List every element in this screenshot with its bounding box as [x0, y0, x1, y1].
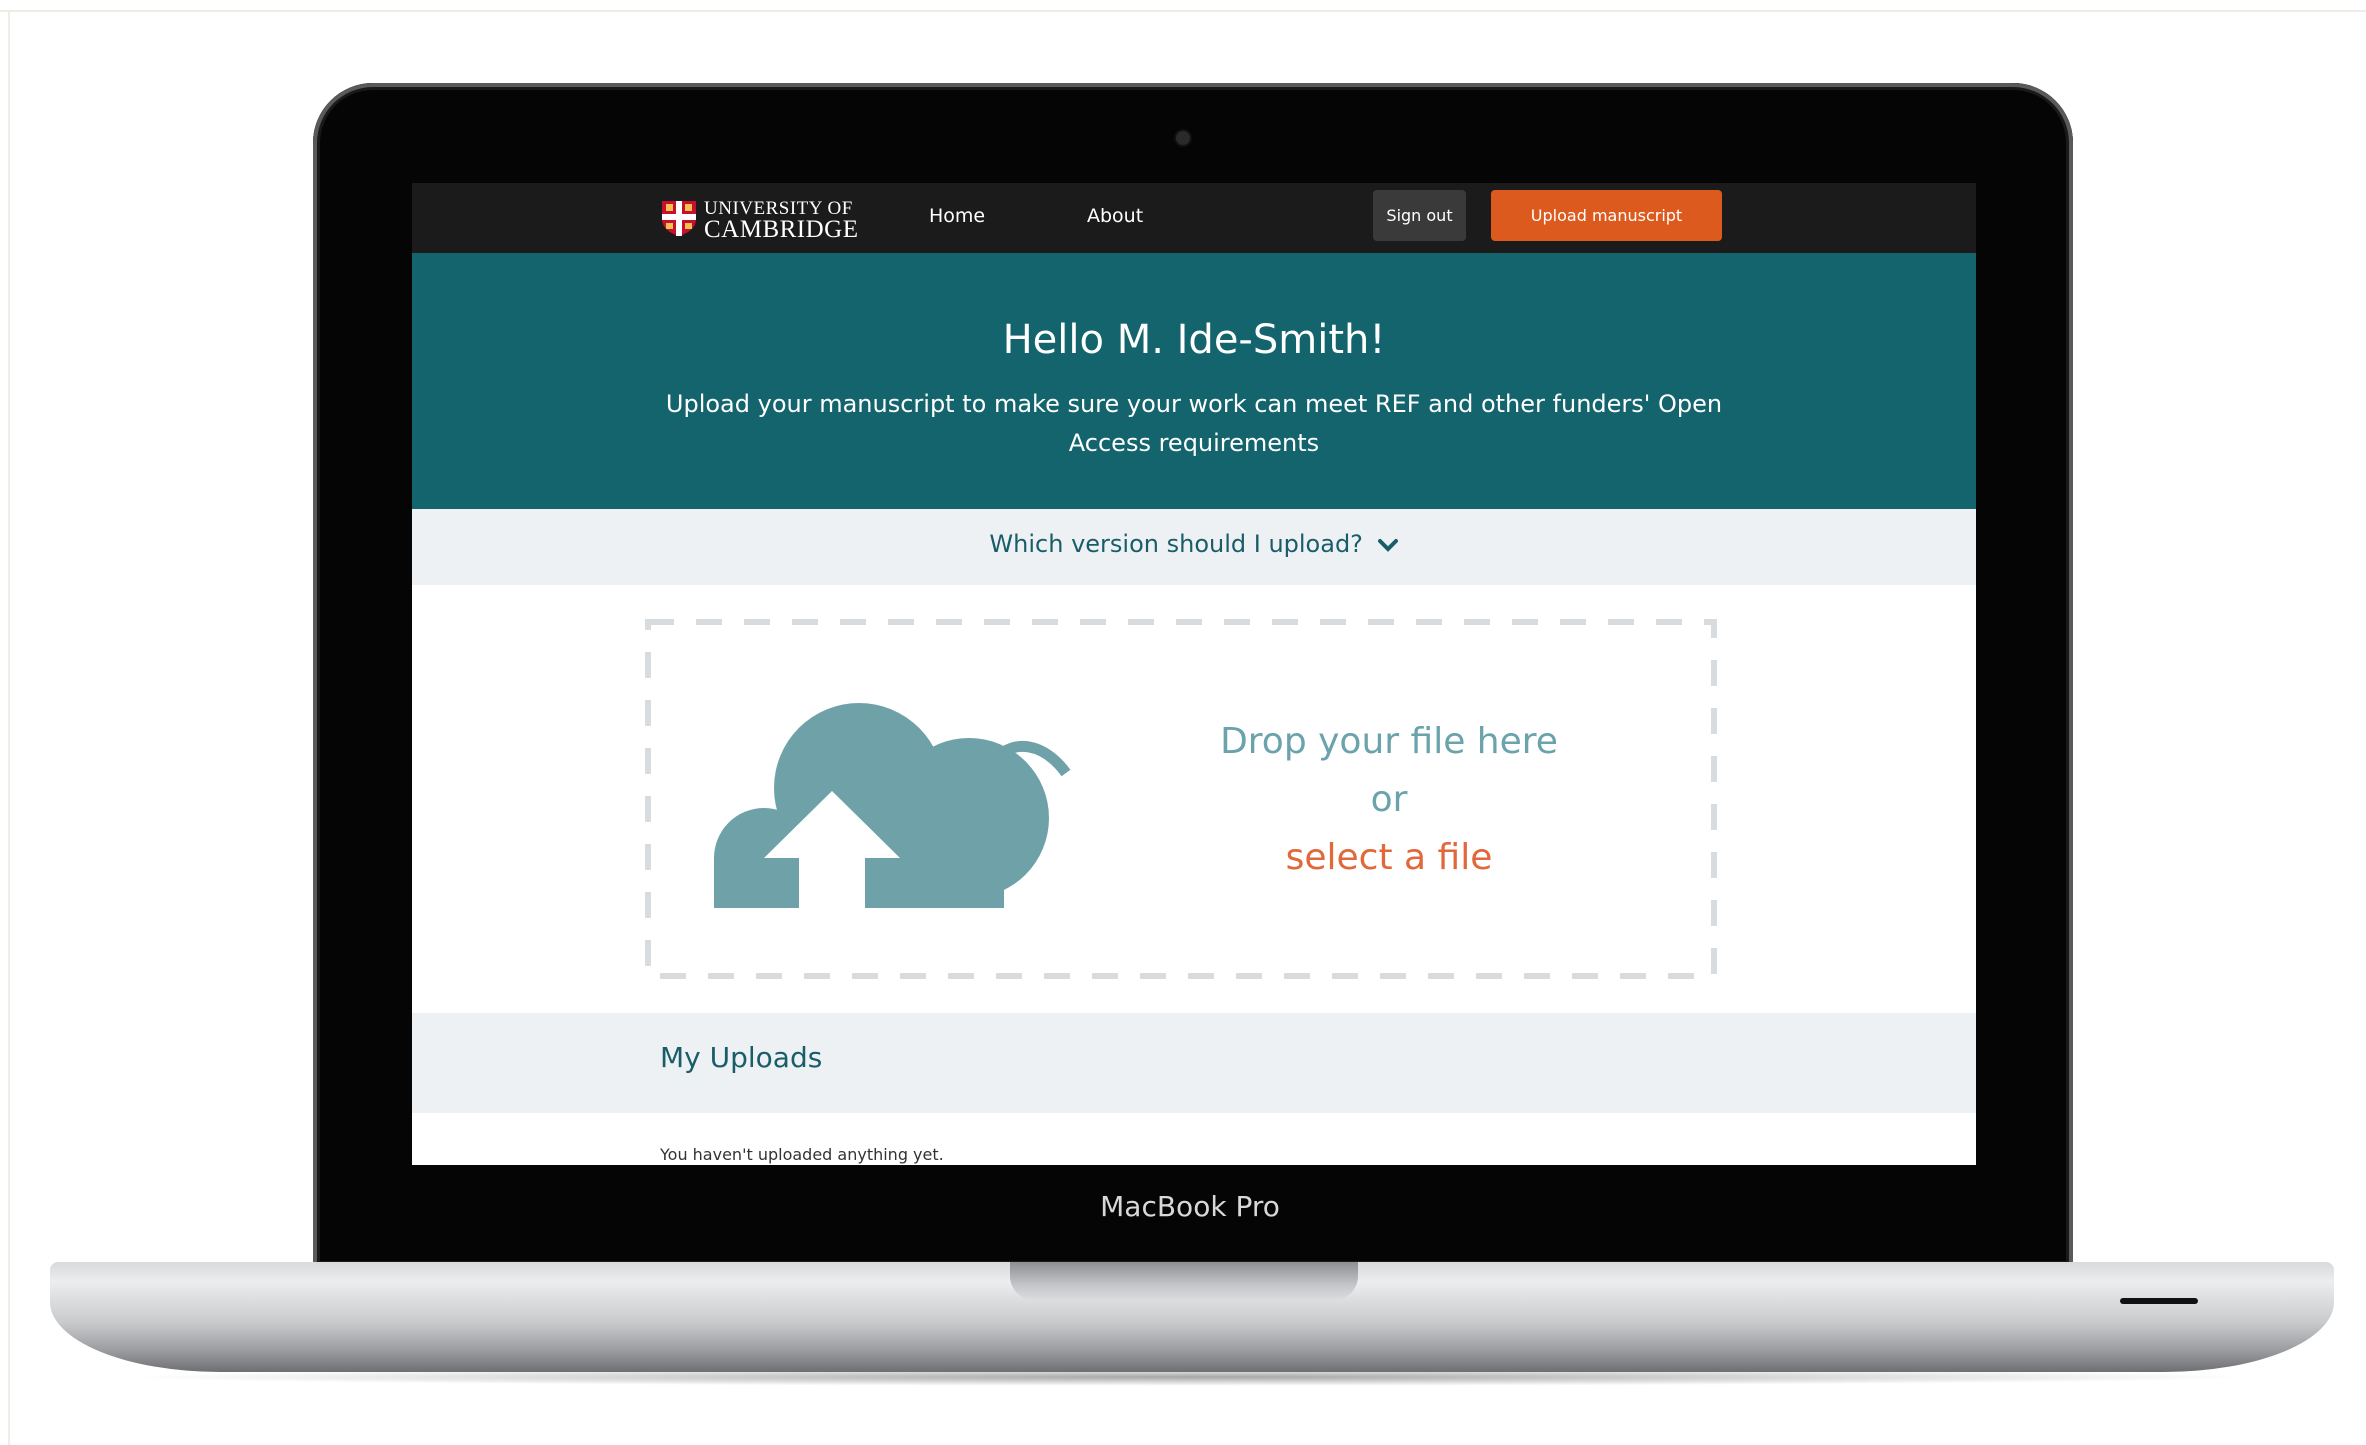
laptop-model-label: MacBook Pro: [1100, 1190, 1280, 1223]
file-drop-zone[interactable]: Drop your file here or select a file: [644, 618, 1718, 980]
laptop-hinge-notch: [1010, 1262, 1358, 1300]
nav-home-link[interactable]: Home: [929, 205, 985, 227]
sleep-indicator-light: [2120, 1298, 2198, 1304]
my-uploads-header: My Uploads: [412, 1013, 1976, 1113]
version-help-label: Which version should I upload?: [989, 530, 1363, 558]
welcome-title: Hello M. Ide-Smith!: [1002, 317, 1386, 363]
or-text: or: [1370, 779, 1408, 820]
webcam: [1176, 131, 1190, 145]
page-border-top: [0, 10, 2366, 12]
cloud-upload-icon: [714, 703, 1071, 908]
welcome-banner: Hello M. Ide-Smith! Upload your manuscri…: [412, 253, 1976, 509]
select-file-link[interactable]: select a file: [1204, 829, 1574, 887]
page-border-left: [8, 10, 10, 1445]
nav-about-link[interactable]: About: [1087, 205, 1143, 227]
university-logo[interactable]: UNIVERSITY OF CAMBRIDGE: [660, 195, 870, 243]
version-help-bar: Which version should I upload?: [412, 509, 1976, 585]
my-uploads-title: My Uploads: [660, 1041, 823, 1074]
logo-text-line2: CAMBRIDGE: [704, 216, 859, 243]
upload-manuscript-button[interactable]: Upload manuscript: [1491, 190, 1722, 241]
version-help-toggle[interactable]: Which version should I upload?: [412, 530, 1976, 558]
top-navigation: UNIVERSITY OF CAMBRIDGE Home About Sign …: [412, 183, 1976, 253]
dropzone-instructions: Drop your file here or select a file: [1204, 713, 1574, 887]
chevron-down-icon: [1377, 539, 1398, 552]
cambridge-shield-icon: [662, 201, 696, 236]
sign-out-button[interactable]: Sign out: [1373, 190, 1466, 241]
empty-uploads-message: You haven't uploaded anything yet.: [660, 1145, 944, 1164]
drop-file-text: Drop your file here: [1220, 721, 1558, 762]
browser-screen: UNIVERSITY OF CAMBRIDGE Home About Sign …: [412, 183, 1976, 1165]
welcome-subtitle: Upload your manuscript to make sure your…: [665, 390, 1723, 457]
